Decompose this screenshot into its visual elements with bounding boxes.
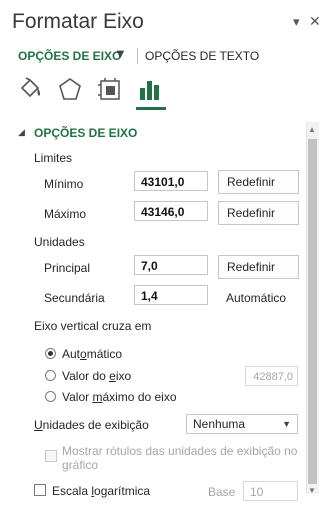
main-unit-reset-button[interactable]: Redefinir xyxy=(218,255,299,279)
log-scale-checkbox[interactable] xyxy=(34,484,46,496)
cross-heading: Eixo vertical cruza em xyxy=(34,319,152,333)
fill-line-icon[interactable] xyxy=(16,76,44,104)
dropdown-arrow-icon[interactable]: ▾ xyxy=(293,14,300,30)
main-unit-input[interactable]: 7,0 xyxy=(134,255,208,275)
max-input[interactable]: 43146,0 xyxy=(134,201,208,221)
section-title[interactable]: OPÇÕES DE EIXO xyxy=(34,126,137,140)
main-unit-label: Principal xyxy=(44,261,91,275)
min-reset-button[interactable]: Redefinir xyxy=(218,170,299,194)
chevron-down-icon: ▼ xyxy=(282,419,291,429)
radio-max-value[interactable] xyxy=(45,391,56,402)
radio-auto-label[interactable]: Automático xyxy=(62,347,122,361)
min-label: Mínimo xyxy=(44,177,84,191)
limits-heading: Limites xyxy=(34,151,73,165)
radio-axis-value[interactable] xyxy=(45,370,56,381)
show-display-units-label: Mostrar rótulos das unidades de exibição… xyxy=(62,444,298,472)
scroll-up-icon[interactable]: ▲ xyxy=(308,125,316,134)
minor-unit-status: Automático xyxy=(226,291,287,305)
min-input[interactable]: 43101,0 xyxy=(134,171,208,191)
tab-axis-options[interactable]: OPÇÕES DE EIXO xyxy=(18,49,121,63)
close-icon[interactable]: ✕ xyxy=(309,13,321,30)
collapse-triangle-icon[interactable]: ◢ xyxy=(18,127,25,138)
size-properties-icon[interactable] xyxy=(96,76,124,104)
display-units-select[interactable]: Nenhuma ▼ xyxy=(186,414,298,434)
max-label: Máximo xyxy=(44,207,87,221)
panel-title: Formatar Eixo xyxy=(12,10,144,33)
log-base-label: Base xyxy=(208,485,236,499)
log-scale-label[interactable]: Escala logarítmica xyxy=(52,484,150,498)
max-reset-button[interactable]: Redefinir xyxy=(218,201,299,225)
selected-category-indicator xyxy=(136,107,166,110)
minor-unit-label: Secundária xyxy=(44,291,105,305)
display-units-selected: Nenhuma xyxy=(193,417,246,431)
tab-text-options[interactable]: OPÇÕES DE TEXTO xyxy=(145,49,259,63)
tab-separator xyxy=(137,48,138,64)
effects-icon[interactable] xyxy=(56,76,84,104)
display-units-label: Unidades de exibição xyxy=(34,418,149,432)
tab-caret-down-icon[interactable]: ▼ xyxy=(114,46,127,61)
minor-unit-input[interactable]: 1,4 xyxy=(134,285,208,305)
show-display-units-checkbox[interactable] xyxy=(45,450,57,462)
radio-max-value-label[interactable]: Valor máximo do eixo xyxy=(62,390,177,404)
axis-options-icon[interactable] xyxy=(136,76,164,104)
axis-value-input[interactable]: 42887,0 xyxy=(245,366,298,386)
scroll-down-icon[interactable]: ▼ xyxy=(308,486,316,495)
radio-auto[interactable] xyxy=(45,348,56,359)
scrollbar-thumb[interactable] xyxy=(308,139,317,484)
log-base-input[interactable]: 10 xyxy=(243,481,298,501)
units-heading: Unidades xyxy=(34,235,85,249)
radio-axis-value-label[interactable]: Valor do eixo xyxy=(62,369,131,383)
